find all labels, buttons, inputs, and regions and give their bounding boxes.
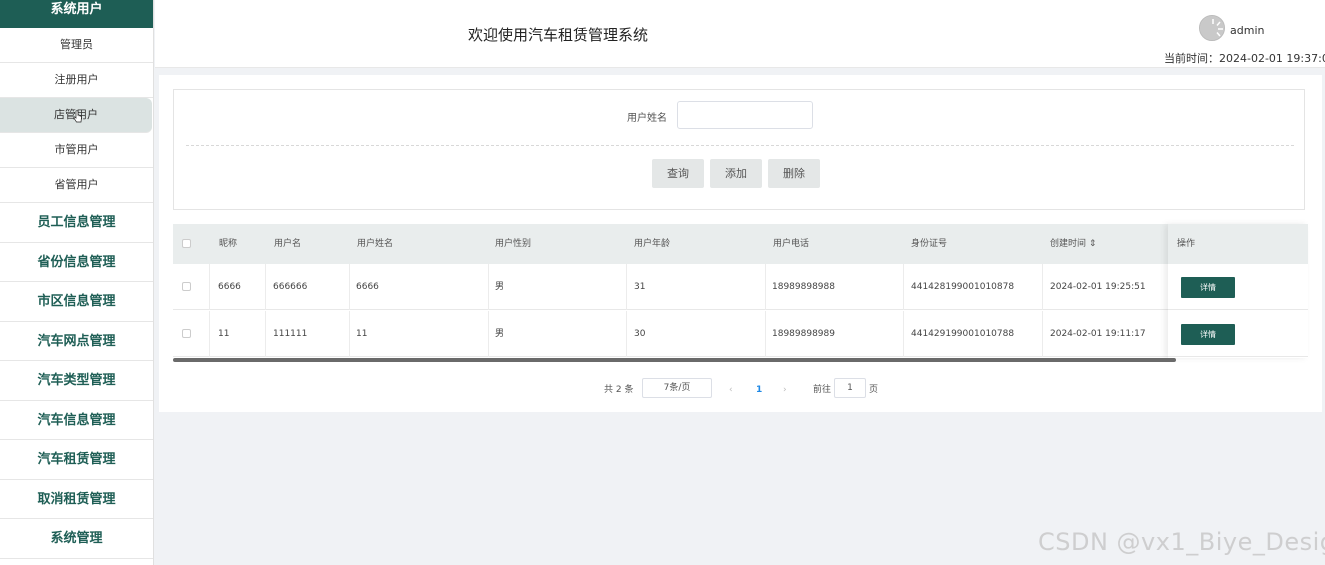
sidebar-group-system-users[interactable]: 系统用户 (0, 0, 153, 28)
sidebar-item-store-users[interactable]: 店管用户 (0, 98, 152, 133)
avatar-icon (1200, 16, 1224, 40)
sidebar-item-car-info[interactable]: 汽车信息管理 (0, 401, 153, 440)
sidebar-item-city-info[interactable]: 市区信息管理 (0, 282, 153, 322)
goto-page-input[interactable]: 1 (834, 378, 866, 398)
cell-phone: 18989898988 (772, 282, 835, 292)
detail-button[interactable]: 详情 (1181, 277, 1235, 298)
row-checkbox[interactable] (182, 282, 191, 291)
sidebar-item-employee-info[interactable]: 员工信息管理 (0, 203, 153, 243)
sidebar-item-admin[interactable]: 管理员 (0, 28, 153, 63)
cell-realname: 6666 (356, 282, 379, 292)
sidebar-item-province-users[interactable]: 省管用户 (0, 168, 153, 203)
add-button[interactable]: 添加 (710, 159, 762, 188)
prev-page-icon[interactable]: ‹ (729, 380, 733, 400)
header-username: 用户名 (274, 239, 302, 249)
page-size-select[interactable]: 7条/页 (642, 378, 712, 398)
current-time-label: 当前时间： (1164, 52, 1219, 65)
cell-created: 2024-02-01 19:25:51 (1050, 282, 1146, 292)
top-header: 欢迎使用汽车租赁管理系统 admin 当前时间：2024-02-01 19:37… (155, 0, 1325, 68)
page-unit-label: 页 (869, 385, 879, 395)
cell-username: 666666 (273, 282, 308, 292)
sidebar-item-city-users[interactable]: 市管用户 (0, 133, 153, 168)
cell-gender: 男 (495, 329, 505, 339)
cell-idcard: 441429199001010788 (911, 329, 1015, 339)
username[interactable]: admin (1230, 24, 1264, 37)
goto-label: 前往 (813, 385, 832, 395)
cell-divider (488, 311, 489, 357)
header-idcard: 身份证号 (911, 239, 948, 249)
username-search-input[interactable] (677, 101, 813, 129)
divider (186, 145, 1294, 146)
cell-divider (209, 264, 210, 310)
detail-button[interactable]: 详情 (1181, 324, 1235, 345)
cell-divider (1042, 264, 1043, 310)
cell-divider (1042, 311, 1043, 357)
next-page-icon[interactable]: › (783, 380, 787, 400)
cell-nickname: 6666 (218, 282, 241, 292)
search-panel: 用户姓名 查询 添加 删除 (173, 89, 1305, 210)
sidebar-item-car-outlets[interactable]: 汽车网点管理 (0, 322, 153, 361)
sidebar-item-car-types[interactable]: 汽车类型管理 (0, 361, 153, 401)
page-number-current[interactable]: 1 (756, 380, 762, 400)
cell-phone: 18989898989 (772, 329, 835, 339)
sidebar-item-car-rental[interactable]: 汽车租赁管理 (0, 440, 153, 480)
cell-divider (765, 264, 766, 310)
header-action: 操作 (1177, 239, 1196, 249)
header-created-sortable[interactable]: 创建时间 ⇕ (1050, 224, 1096, 264)
cell-divider (349, 264, 350, 310)
page-title: 欢迎使用汽车租赁管理系统 (468, 26, 649, 44)
cell-divider (903, 264, 904, 310)
table-row: 6666 666666 6666 男 31 18989898988 441428… (173, 264, 1308, 310)
cell-nickname: 11 (218, 329, 230, 339)
hand-cursor-icon (73, 110, 82, 123)
sidebar: 系统用户 管理员 注册用户 店管用户 市管用户 省管用户 员工信息管理 省份信息… (0, 0, 154, 565)
sidebar-item-registered-users[interactable]: 注册用户 (0, 63, 153, 98)
cell-created: 2024-02-01 19:11:17 (1050, 329, 1146, 339)
pager-total: 共 2 条 (604, 385, 634, 395)
cell-divider (349, 311, 350, 357)
main-content: 用户姓名 查询 添加 删除 昵称 用户名 用户姓名 用户性别 用户年龄 用户电话… (159, 75, 1322, 412)
current-time-value: 2024-02-01 19:37:06 (1219, 52, 1325, 65)
header-phone: 用户电话 (773, 239, 810, 249)
cell-divider (209, 311, 210, 357)
cell-divider (903, 311, 904, 357)
users-table: 昵称 用户名 用户姓名 用户性别 用户年龄 用户电话 身份证号 创建时间 ⇕ 操… (173, 224, 1308, 362)
cell-age: 30 (634, 329, 646, 339)
avatar[interactable] (1199, 15, 1225, 41)
cell-realname: 11 (356, 329, 368, 339)
sidebar-item-cancel-rental[interactable]: 取消租赁管理 (0, 480, 153, 519)
cell-divider (265, 264, 266, 310)
select-all-checkbox[interactable] (182, 239, 191, 248)
cell-divider (626, 264, 627, 310)
table-row: 11 111111 11 男 30 18989898989 4414291990… (173, 311, 1308, 357)
cell-divider (265, 311, 266, 357)
cell-idcard: 441428199001010878 (911, 282, 1015, 292)
header-age: 用户年龄 (634, 239, 671, 249)
watermark: CSDN @vx1_Biye_Design (1038, 528, 1325, 556)
horizontal-scrollbar[interactable] (173, 358, 1176, 362)
row-checkbox[interactable] (182, 329, 191, 338)
query-button[interactable]: 查询 (652, 159, 704, 188)
search-label: 用户姓名 (627, 113, 667, 124)
sidebar-item-province-info[interactable]: 省份信息管理 (0, 243, 153, 282)
cell-divider (765, 311, 766, 357)
cell-username: 111111 (273, 329, 308, 339)
cell-divider (626, 311, 627, 357)
cell-age: 31 (634, 282, 646, 292)
header-nickname: 昵称 (219, 239, 238, 249)
table-header: 昵称 用户名 用户姓名 用户性别 用户年龄 用户电话 身份证号 创建时间 ⇕ 操… (173, 224, 1308, 264)
current-time: 当前时间：2024-02-01 19:37:06 (1164, 50, 1325, 66)
sidebar-item-system-management[interactable]: 系统管理 (0, 519, 153, 559)
delete-button[interactable]: 删除 (768, 159, 820, 188)
header-gender: 用户性别 (495, 239, 532, 249)
header-realname: 用户姓名 (357, 239, 394, 249)
cell-gender: 男 (495, 282, 505, 292)
cell-divider (488, 264, 489, 310)
